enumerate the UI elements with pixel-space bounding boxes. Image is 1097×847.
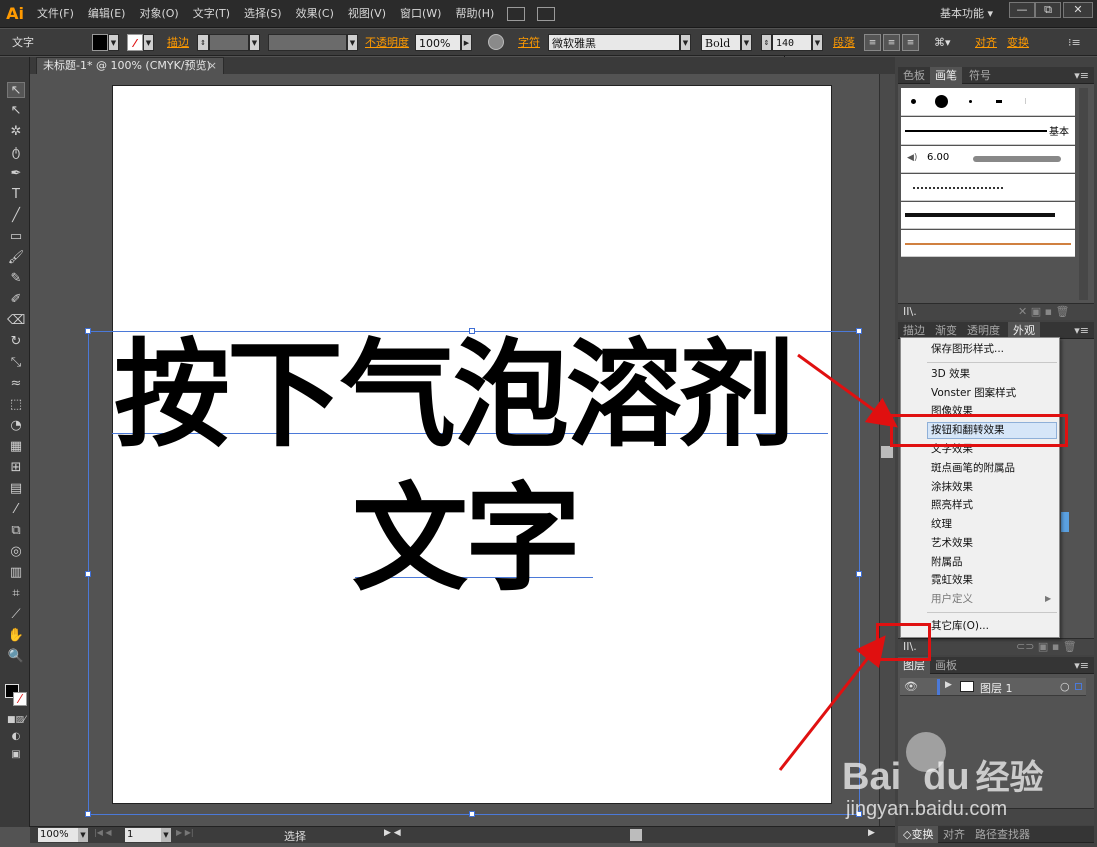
baidu-watermark: Bai du 经验 jingyan.baidu.com (842, 732, 1052, 824)
watermark-brand: Bai du 经验 (842, 756, 1044, 798)
annotation-arrows (778, 353, 898, 771)
watermark-url: jingyan.baidu.com (846, 798, 1008, 820)
annotation-arrow-to-menu (797, 353, 898, 428)
